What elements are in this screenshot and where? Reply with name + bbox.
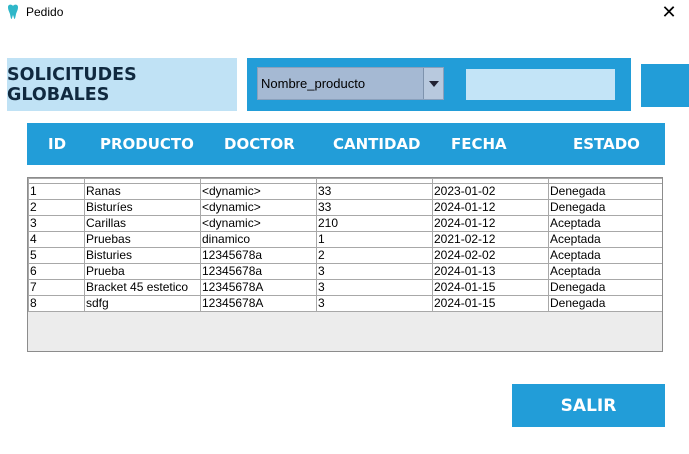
cell-fecha[interactable]: 2023-01-02 bbox=[432, 183, 549, 200]
search-button[interactable] bbox=[641, 64, 689, 107]
cell-producto[interactable]: Ranas bbox=[84, 183, 201, 200]
cell-estado[interactable]: Aceptada bbox=[548, 215, 662, 232]
cell-fecha[interactable]: 2024-02-02 bbox=[432, 247, 549, 264]
cell-producto[interactable]: Bisturies bbox=[84, 247, 201, 264]
cell-producto[interactable]: Bisturíes bbox=[84, 199, 201, 216]
cell-estado[interactable]: Denegada bbox=[548, 199, 662, 216]
cell-cantidad[interactable]: 3 bbox=[316, 295, 433, 312]
page-title: SOLICITUDES GLOBALES bbox=[7, 58, 237, 111]
cell-estado[interactable]: Denegada bbox=[548, 183, 662, 200]
orders-table[interactable]: 1 Ranas <dynamic> 33 2023-01-02 Denegada 2 Bis… bbox=[27, 177, 663, 352]
column-header-producto: PRODUCTO bbox=[100, 135, 194, 153]
cell-producto[interactable]: Prueba bbox=[84, 263, 201, 280]
cell-id[interactable]: 6 bbox=[28, 263, 85, 280]
table-row[interactable]: 6 Prueba 12345678a 3 2024-01-13 Aceptada bbox=[28, 263, 662, 280]
cell-estado[interactable]: Aceptada bbox=[548, 231, 662, 248]
cell-estado[interactable]: Denegada bbox=[548, 279, 662, 296]
cell-producto[interactable]: Carillas bbox=[84, 215, 201, 232]
cell-doctor[interactable]: <dynamic> bbox=[200, 215, 317, 232]
title-bar: Pedido ✕ bbox=[0, 0, 689, 28]
cell-estado[interactable]: Aceptada bbox=[548, 247, 662, 264]
cell-producto[interactable]: sdfg bbox=[84, 295, 201, 312]
cell-estado[interactable]: Denegada bbox=[548, 295, 662, 312]
cell-fecha[interactable]: 2021-02-12 bbox=[432, 231, 549, 248]
table-row[interactable]: 8 sdfg 12345678A 3 2024-01-15 Denegada bbox=[28, 295, 662, 312]
cell-cantidad[interactable]: 1 bbox=[316, 231, 433, 248]
cell-id[interactable]: 2 bbox=[28, 199, 85, 216]
column-header-doctor: DOCTOR bbox=[224, 135, 295, 153]
table-row[interactable]: 7 Bracket 45 estetico 12345678A 3 2024-01-15… bbox=[28, 279, 662, 296]
cell-doctor[interactable]: <dynamic> bbox=[200, 183, 317, 200]
search-input[interactable] bbox=[466, 69, 615, 100]
column-header-cantidad: CANTIDAD bbox=[333, 135, 421, 153]
cell-cantidad[interactable]: 33 bbox=[316, 199, 433, 216]
cell-doctor[interactable]: dinamico bbox=[200, 231, 317, 248]
table-row[interactable]: 3 Carillas <dynamic> 210 2024-01-12 Aceptada bbox=[28, 215, 662, 232]
filter-panel: Nombre_producto bbox=[247, 58, 631, 111]
tooth-icon bbox=[8, 4, 18, 19]
cell-producto[interactable]: Pruebas bbox=[84, 231, 201, 248]
table-row[interactable]: 2 Bisturíes <dynamic> 33 2024-01-12 Denegada bbox=[28, 199, 662, 216]
exit-button[interactable]: SALIR bbox=[512, 384, 665, 427]
cell-estado[interactable]: Aceptada bbox=[548, 263, 662, 280]
table-row[interactable]: 5 Bisturies 12345678a 2 2024-02-02 Aceptada bbox=[28, 247, 662, 264]
cell-fecha[interactable]: 2024-01-15 bbox=[432, 279, 549, 296]
column-header-id: ID bbox=[48, 135, 67, 153]
cell-cantidad[interactable]: 33 bbox=[316, 183, 433, 200]
cell-doctor[interactable]: 12345678A bbox=[200, 279, 317, 296]
cell-fecha[interactable]: 2024-01-13 bbox=[432, 263, 549, 280]
cell-id[interactable]: 8 bbox=[28, 295, 85, 312]
cell-fecha[interactable]: 2024-01-12 bbox=[432, 215, 549, 232]
cell-fecha[interactable]: 2024-01-12 bbox=[432, 199, 549, 216]
cell-id[interactable]: 3 bbox=[28, 215, 85, 232]
cell-doctor[interactable]: 12345678a bbox=[200, 247, 317, 264]
cell-id[interactable]: 5 bbox=[28, 247, 85, 264]
cell-doctor[interactable]: 12345678A bbox=[200, 295, 317, 312]
filter-field-select[interactable]: Nombre_producto bbox=[257, 67, 444, 100]
cell-id[interactable]: 1 bbox=[28, 183, 85, 200]
cell-fecha[interactable]: 2024-01-15 bbox=[432, 295, 549, 312]
window-title: Pedido bbox=[26, 5, 64, 19]
chevron-down-icon[interactable] bbox=[423, 68, 443, 99]
filter-field-value: Nombre_producto bbox=[261, 76, 366, 91]
cell-cantidad[interactable]: 2 bbox=[316, 247, 433, 264]
cell-doctor[interactable]: 12345678a bbox=[200, 263, 317, 280]
cell-id[interactable]: 7 bbox=[28, 279, 85, 296]
table-row[interactable]: 1 Ranas <dynamic> 33 2023-01-02 Denegada bbox=[28, 183, 662, 200]
close-button[interactable]: ✕ bbox=[657, 2, 681, 24]
cell-producto[interactable]: Bracket 45 estetico bbox=[84, 279, 201, 296]
cell-id[interactable]: 4 bbox=[28, 231, 85, 248]
cell-doctor[interactable]: <dynamic> bbox=[200, 199, 317, 216]
column-header-bar: ID PRODUCTO DOCTOR CANTIDAD FECHA ESTADO bbox=[27, 123, 665, 165]
cell-cantidad[interactable]: 210 bbox=[316, 215, 433, 232]
column-header-estado: ESTADO bbox=[573, 135, 640, 153]
cell-cantidad[interactable]: 3 bbox=[316, 263, 433, 280]
cell-cantidad[interactable]: 3 bbox=[316, 279, 433, 296]
table-row[interactable]: 4 Pruebas dinamico 1 2021-02-12 Aceptada bbox=[28, 231, 662, 248]
column-header-fecha: FECHA bbox=[451, 135, 507, 153]
